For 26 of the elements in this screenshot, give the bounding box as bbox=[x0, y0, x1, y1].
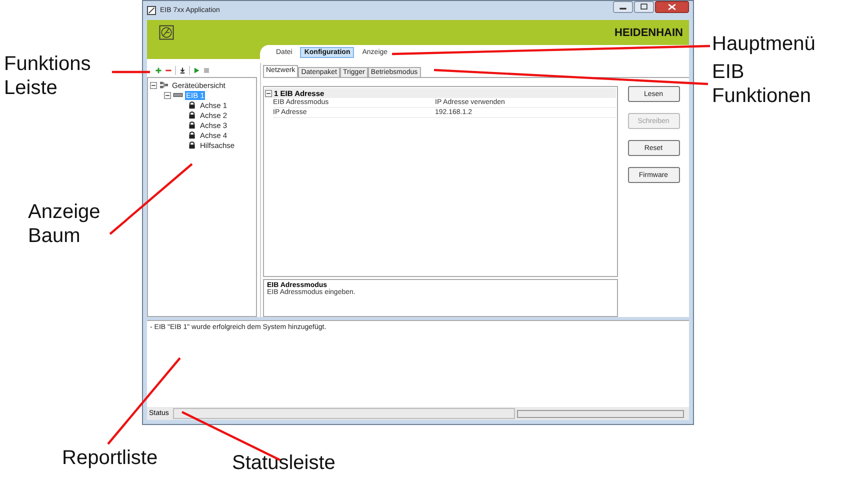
app-icon bbox=[147, 6, 156, 15]
close-icon[interactable] bbox=[655, 1, 689, 13]
collapse-icon[interactable] bbox=[265, 90, 272, 96]
axis-icon bbox=[187, 101, 197, 109]
callout-label: Funktions Leiste bbox=[4, 52, 91, 100]
collapse-icon[interactable] bbox=[164, 92, 171, 98]
play-icon[interactable] bbox=[193, 66, 200, 74]
callout-label: Hauptmenü bbox=[712, 32, 816, 56]
download-icon[interactable] bbox=[179, 66, 186, 74]
device-icon bbox=[173, 91, 183, 99]
axis-icon bbox=[187, 131, 197, 139]
collapse-icon[interactable] bbox=[150, 82, 157, 88]
network-icon bbox=[159, 81, 169, 89]
leader-line bbox=[112, 70, 150, 74]
axis-icon bbox=[187, 141, 197, 149]
brand-name: HEIDENHAIN bbox=[614, 26, 683, 38]
axis-icon bbox=[187, 111, 197, 119]
callout-label: Reportliste bbox=[62, 446, 158, 470]
axis-icon bbox=[187, 121, 197, 129]
callout-label: Anzeige Baum bbox=[28, 200, 100, 248]
minimize-icon[interactable] bbox=[613, 1, 633, 13]
add-icon[interactable] bbox=[155, 66, 162, 74]
callout-label: Statusleiste bbox=[232, 451, 336, 475]
maximize-icon[interactable] bbox=[634, 1, 654, 13]
logo-icon bbox=[159, 25, 174, 40]
callout-label: EIB Funktionen bbox=[712, 60, 811, 108]
